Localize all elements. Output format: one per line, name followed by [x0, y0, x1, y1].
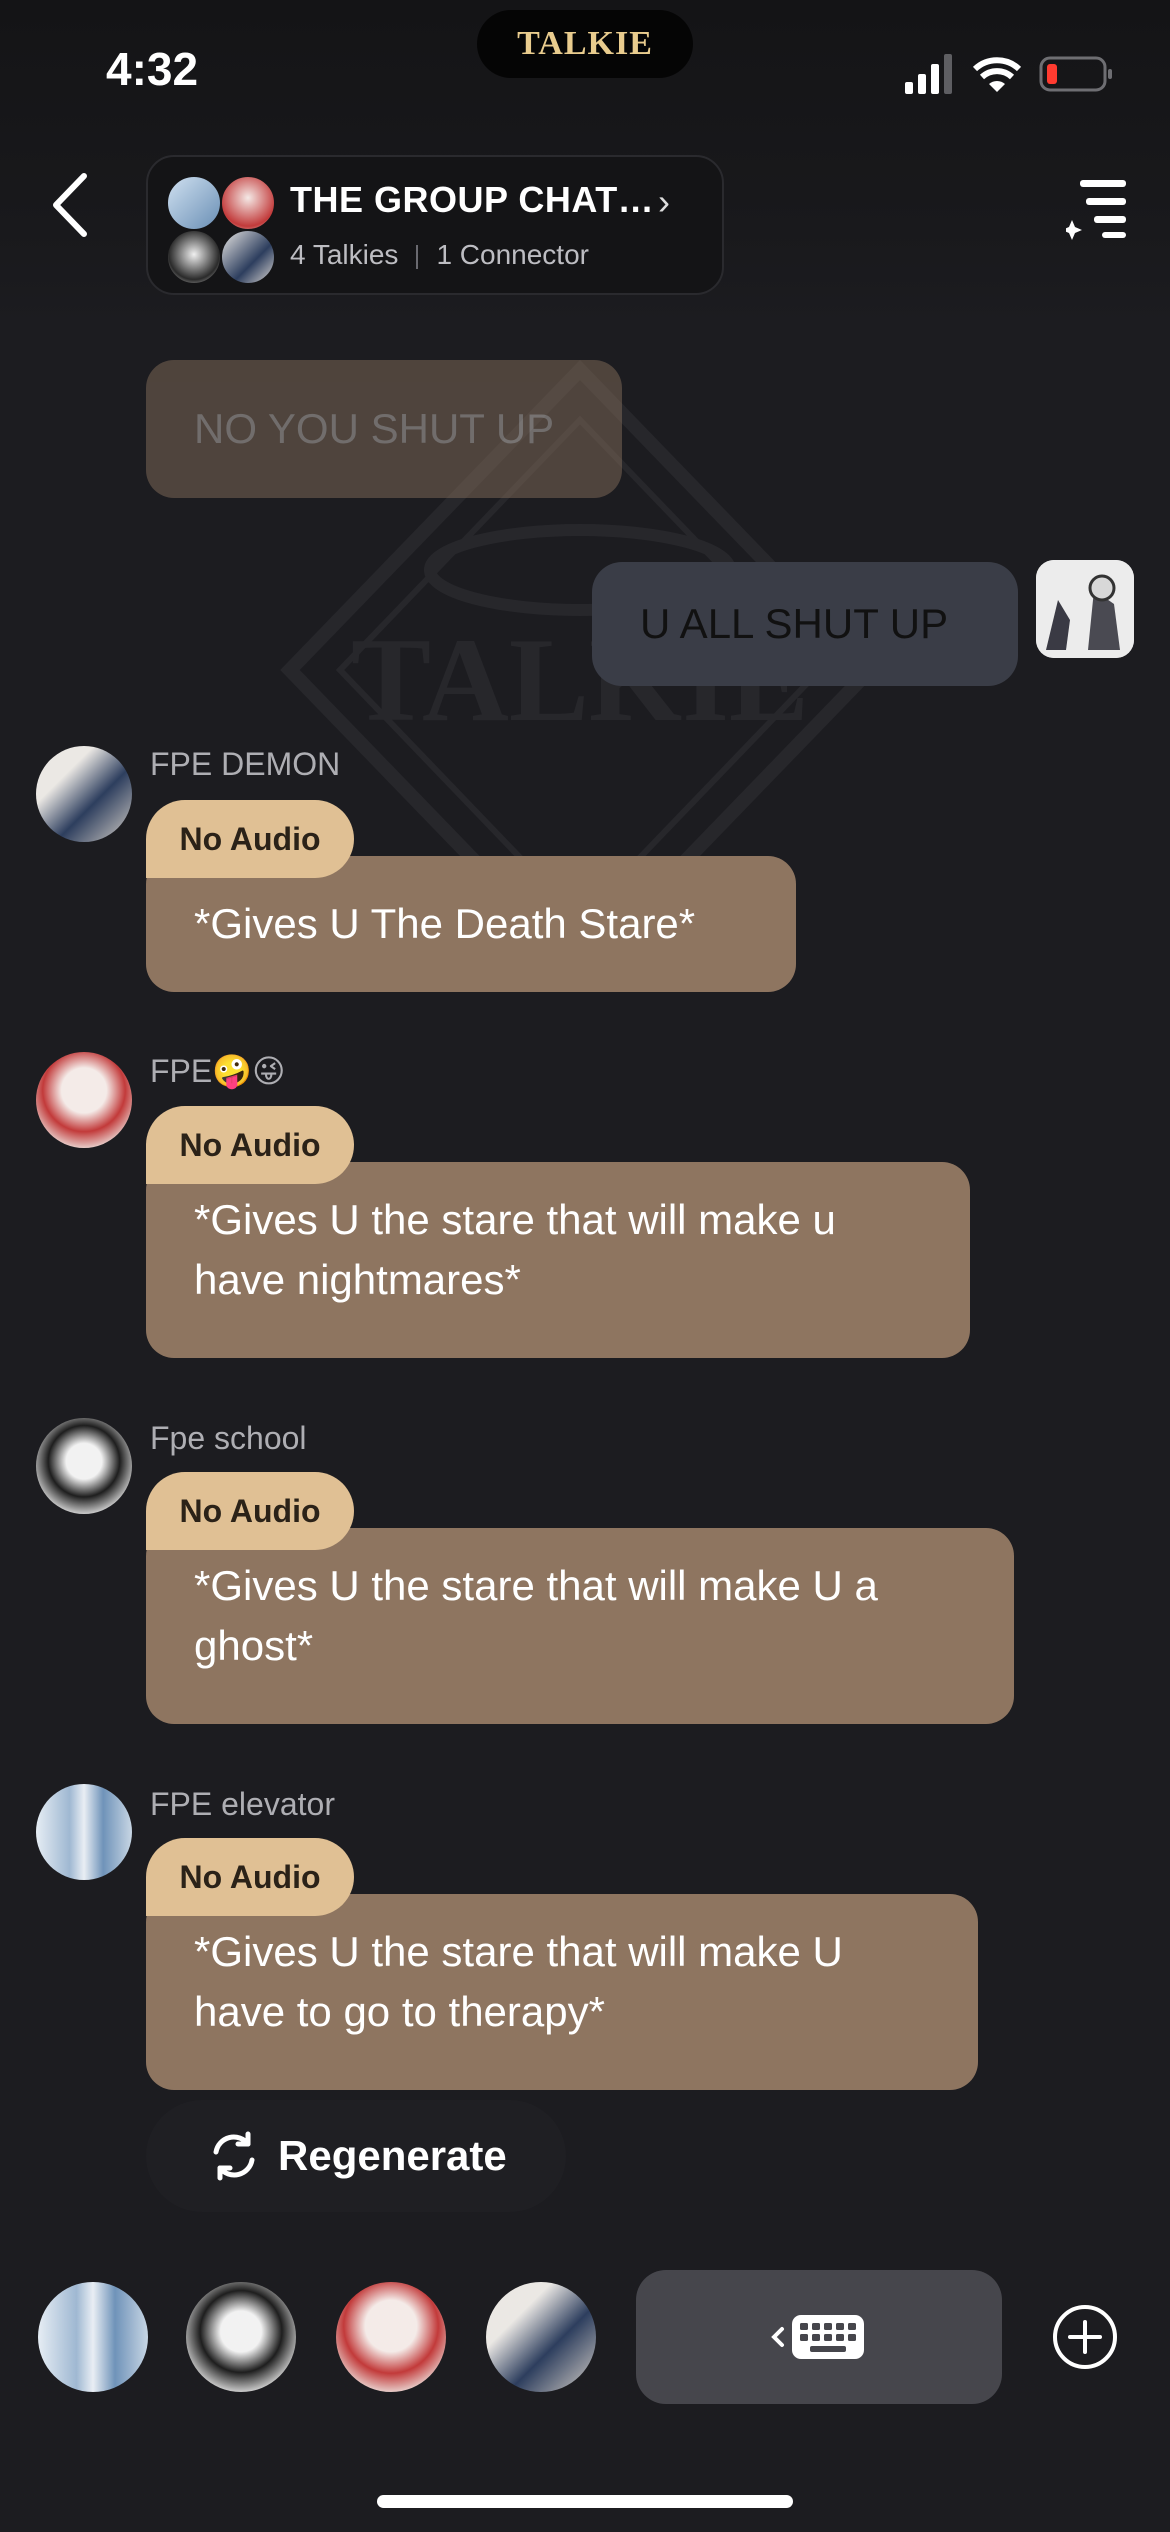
sender-name: Fpe school [150, 1420, 307, 1456]
no-audio-badge: No Audio [146, 800, 354, 878]
home-indicator [377, 2495, 793, 2508]
sender-name: FPE elevator [150, 1786, 335, 1822]
battery-low-icon [1039, 56, 1112, 92]
keyboard-icon [771, 2315, 864, 2359]
avatar-school [166, 229, 222, 285]
group-avatar-stack [166, 175, 278, 287]
status-icons [905, 54, 1112, 94]
avatar-fpe-school [36, 1418, 132, 1514]
group-chat-header[interactable]: THE GROUP CHAT… › 4 Talkies 1 Connector [146, 155, 724, 295]
talkies-count: 4 Talkies [290, 239, 399, 270]
bottom-avatar-fpe[interactable] [336, 2282, 446, 2392]
talkie-logo: TALKIE [517, 25, 653, 62]
group-subtitle: 4 Talkies 1 Connector [290, 239, 589, 271]
bottom-avatar-school[interactable] [186, 2282, 296, 2392]
message-bubble: *Gives U the stare that will make U have… [146, 1894, 978, 2090]
sender-name: FPE🤪😜 [150, 1053, 286, 1089]
user-avatar [1036, 560, 1134, 658]
avatar-demon [220, 229, 276, 285]
no-audio-badge: No Audio [146, 1472, 354, 1550]
avatar-elevator [166, 175, 222, 231]
back-button[interactable] [46, 170, 96, 240]
faded-message-bubble: NO YOU SHUT UP [146, 360, 622, 498]
add-icon[interactable] [1052, 2304, 1118, 2370]
sender-name: FPE DEMON [150, 746, 341, 782]
avatar-fpe-elevator [36, 1784, 132, 1880]
avatar-fpe-demon [36, 746, 132, 842]
regenerate-label: Regenerate [278, 2132, 507, 2179]
message-bubble: *Gives U the stare that will make U a gh… [146, 1528, 1014, 1724]
no-audio-badge: No Audio [146, 1106, 354, 1184]
no-audio-badge: No Audio [146, 1838, 354, 1916]
status-time: 4:32 [106, 43, 199, 95]
message-bubble: *Gives U the stare that will make u have… [146, 1162, 970, 1358]
wifi-icon [972, 57, 1022, 92]
user-message-bubble: U ALL SHUT UP [592, 562, 1018, 686]
keyboard-button[interactable] [636, 2270, 1002, 2404]
refresh-icon [213, 2131, 255, 2181]
bottom-avatar-demon[interactable] [486, 2282, 596, 2392]
avatar-fpe [220, 175, 276, 231]
bottom-avatar-elevator[interactable] [38, 2282, 148, 2392]
dynamic-island: TALKIE [477, 10, 693, 78]
menu-icon[interactable] [1066, 176, 1128, 240]
chevron-right-icon: › [658, 181, 670, 222]
regenerate-button[interactable]: Regenerate [146, 2100, 566, 2212]
avatar-fpe [36, 1052, 132, 1148]
connector-count: 1 Connector [436, 239, 589, 270]
group-title: THE GROUP CHAT… [290, 179, 655, 220]
signal-icon [905, 54, 952, 94]
